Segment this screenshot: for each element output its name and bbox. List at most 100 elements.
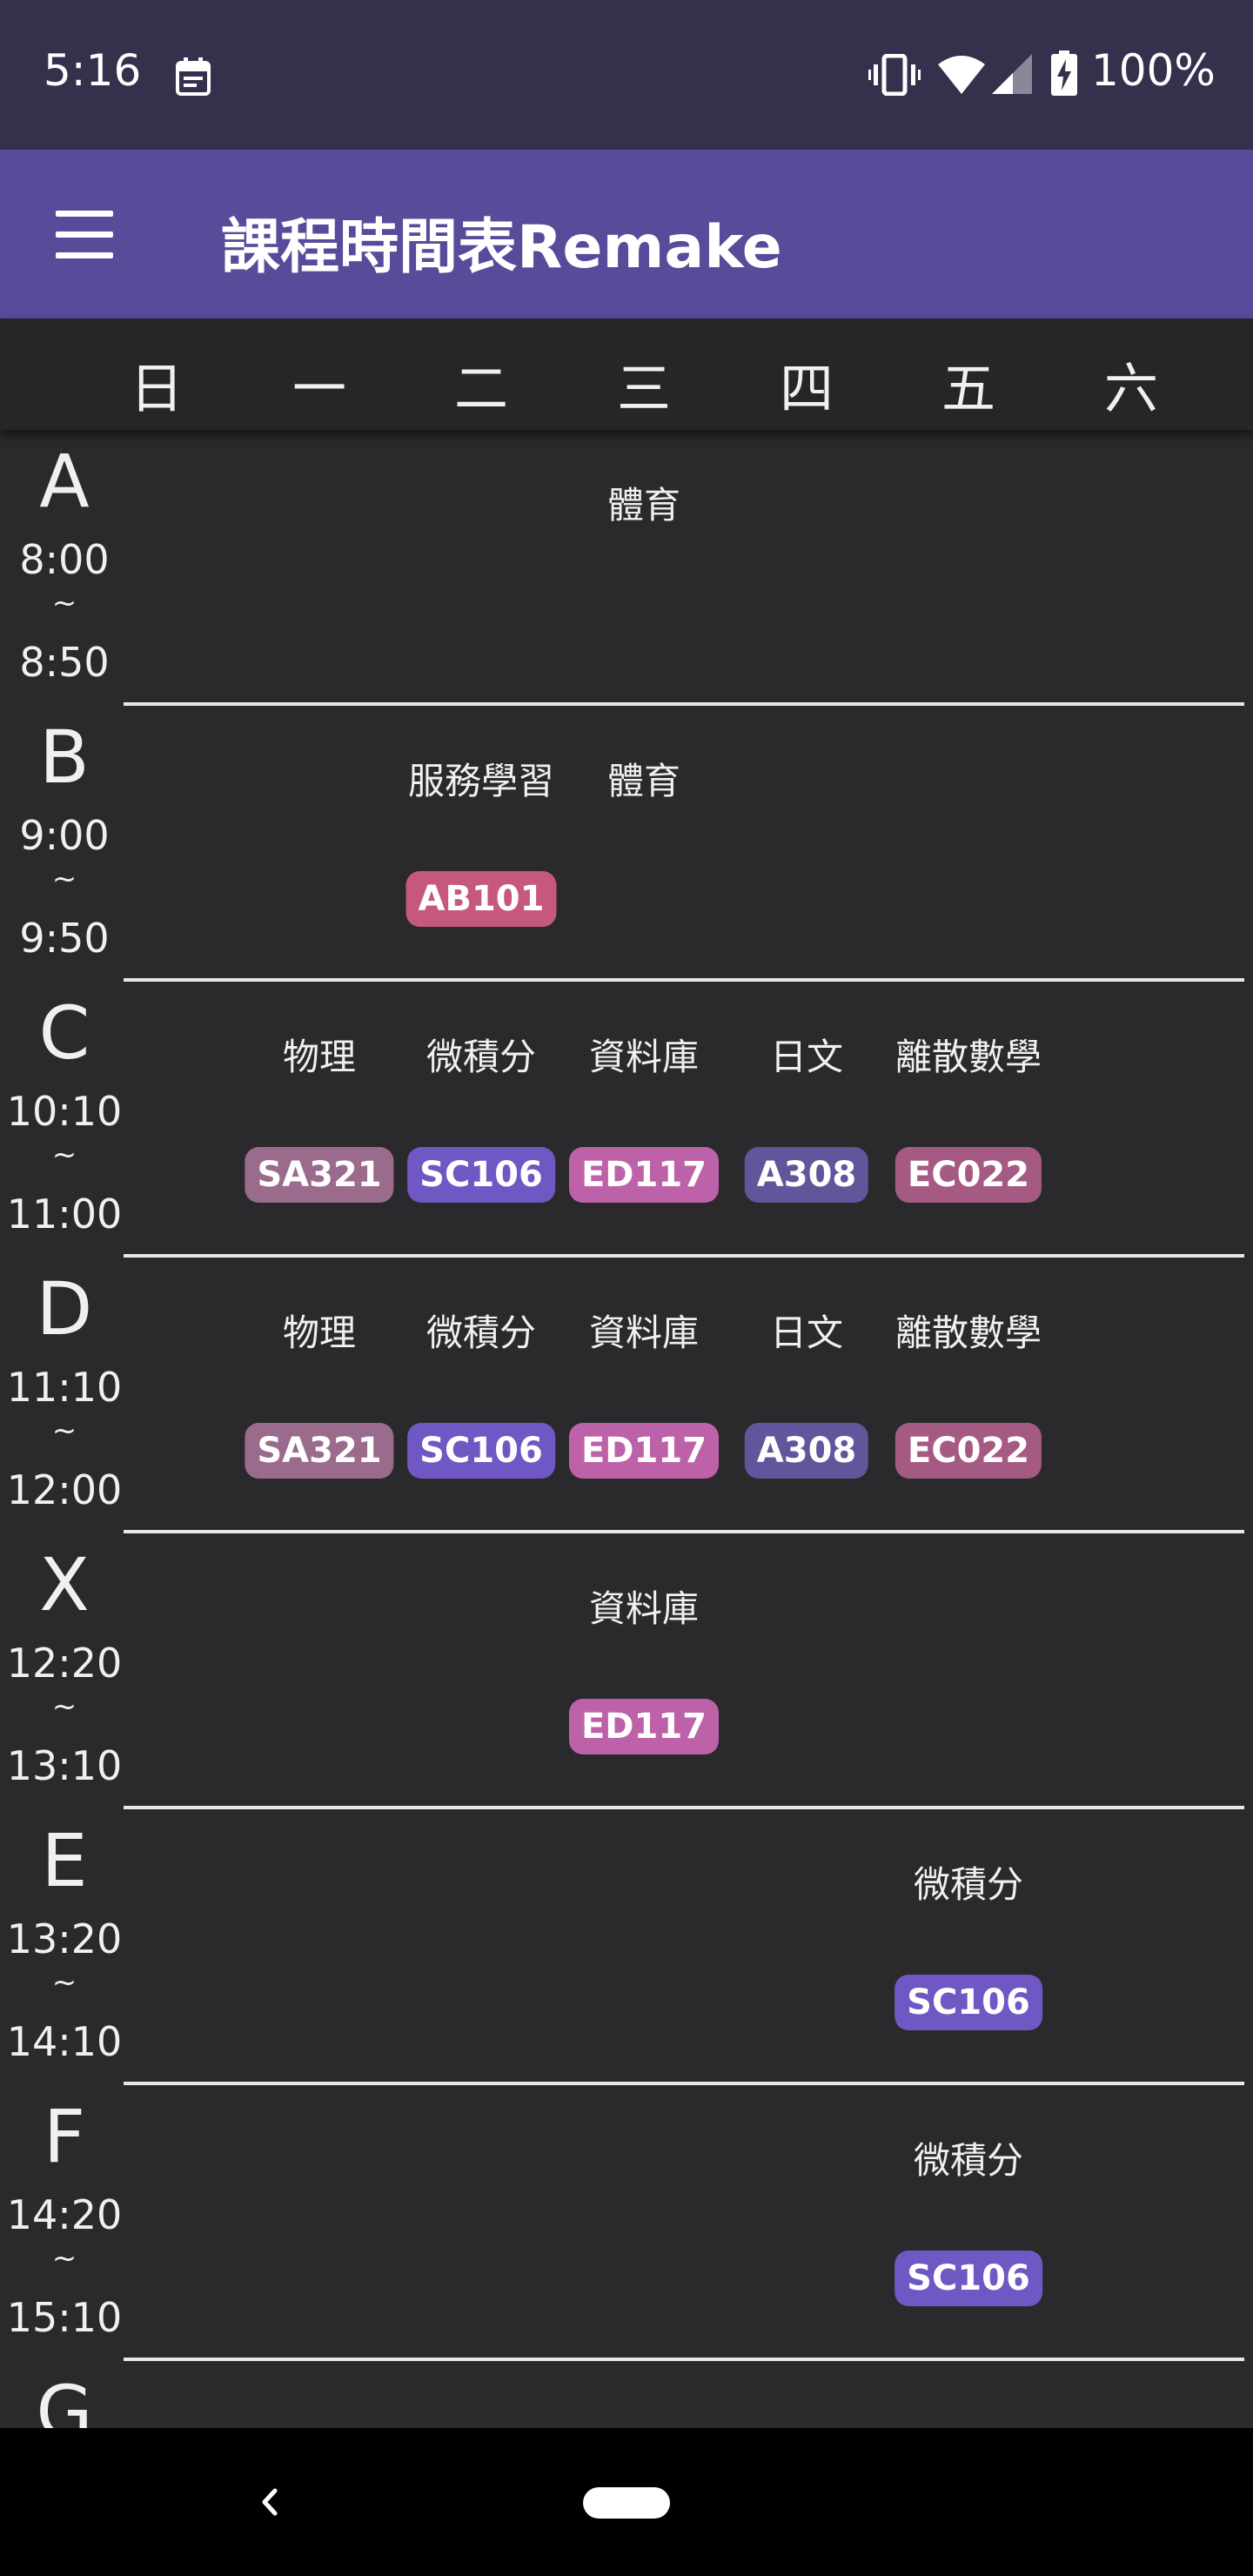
app-title: 課程時間表Remake [221, 213, 782, 282]
status-bar: 5:16 100% [0, 0, 1253, 150]
period-time-separator: ~ [51, 1137, 77, 1172]
period-start-time: 14:20 [6, 2191, 123, 2238]
course-name: 微積分 [425, 1311, 536, 1354]
course-name: 資料庫 [588, 1036, 699, 1078]
room-badge: ED117 [568, 1699, 720, 1754]
course-cell[interactable]: 微積分 SC106 [400, 1258, 562, 1533]
course-cell[interactable]: 物理 SA321 [238, 1258, 400, 1533]
course-cell[interactable]: 微積分 SC106 [888, 1809, 1049, 2085]
room-badge: AB101 [405, 871, 557, 927]
wifi-icon [938, 56, 985, 94]
vibrate-icon [868, 54, 921, 96]
period-letter: E [41, 1818, 88, 1903]
period-info: B 9:00 ~9:50 [0, 706, 129, 982]
period-time-separator: ~ [51, 2241, 77, 2276]
course-name: 體育 [606, 484, 680, 527]
course-name: 微積分 [425, 1036, 536, 1078]
period-info: F 14:20 ~15:10 [0, 2085, 129, 2361]
course-cell[interactable]: 日文 A308 [726, 1258, 888, 1533]
room-badge: SC106 [407, 1147, 555, 1203]
course-name: 物理 [282, 1036, 356, 1078]
period-letter: C [38, 990, 90, 1076]
room-badge: ED117 [568, 1423, 720, 1479]
home-pill-icon[interactable] [583, 2487, 670, 2519]
course-name: 資料庫 [588, 1311, 699, 1354]
course-cell[interactable]: 資料庫 ED117 [563, 1533, 725, 1809]
period-start-time: 10:10 [6, 1088, 123, 1135]
course-name: 日文 [769, 1311, 843, 1354]
period-letter: D [36, 1266, 93, 1352]
day-header: 日 一 二 三 四 五 六 [0, 319, 1253, 430]
period-info: D 11:10 ~12:00 [0, 1258, 129, 1533]
course-cell[interactable]: 資料庫 ED117 [563, 1258, 725, 1533]
period-letter: F [43, 2094, 86, 2179]
period-info: X 12:20 ~13:10 [0, 1533, 129, 1809]
period-info: E 13:20 ~14:10 [0, 1809, 129, 2085]
app-bar: 課程時間表Remake [0, 150, 1253, 319]
course-cell[interactable]: 資料庫 ED117 [563, 982, 725, 1258]
course-cell[interactable]: 離散數學 EC022 [888, 1258, 1049, 1533]
course-cell[interactable]: 離散數學 EC022 [888, 982, 1049, 1258]
battery-percentage: 100% [1091, 45, 1216, 96]
period-row: G [0, 2361, 1253, 2428]
course-cell[interactable]: 微積分 SC106 [888, 2085, 1049, 2361]
period-time-separator: ~ [51, 862, 77, 896]
course-cell[interactable]: 服務學習 AB101 [400, 706, 562, 982]
day-label-wed: 三 [616, 357, 671, 420]
room-badge: SA321 [245, 1147, 394, 1203]
course-name: 離散數學 [895, 1311, 1042, 1354]
calendar-icon [176, 57, 211, 96]
day-label-thu: 四 [779, 357, 834, 420]
period-end-time: 12:00 [6, 1466, 123, 1513]
period-start-time: 8:00 [19, 536, 110, 583]
period-start-time: 9:00 [19, 812, 110, 859]
course-name: 微積分 [913, 1863, 1023, 1906]
room-badge: A308 [744, 1423, 869, 1479]
period-time-separator: ~ [51, 586, 77, 621]
day-label-sun: 日 [129, 357, 184, 420]
day-label-tue: 二 [453, 357, 508, 420]
period-end-time: 11:00 [6, 1191, 123, 1238]
period-letter: A [39, 439, 90, 524]
period-info: C 10:10 ~11:00 [0, 982, 129, 1258]
period-end-time: 13:10 [6, 1742, 123, 1789]
timetable-grid[interactable]: A 8:00 ~8:50 B 9:00 ~9:50 C 10:10 ~11:00 D 11:10 ~1… [0, 430, 1253, 2428]
status-time: 5:16 [44, 45, 142, 96]
back-icon[interactable] [252, 2472, 287, 2532]
course-cell[interactable]: 體育 [563, 706, 725, 982]
signal-icon [992, 54, 1032, 94]
room-badge: A308 [744, 1147, 869, 1203]
period-end-time: 9:50 [19, 915, 110, 962]
room-badge: SC106 [895, 1975, 1042, 2030]
room-badge: EC022 [895, 1147, 1042, 1203]
course-name: 日文 [769, 1036, 843, 1078]
period-time-separator: ~ [51, 1689, 77, 1724]
day-label-fri: 五 [941, 357, 995, 420]
course-cell[interactable]: 日文 A308 [726, 982, 888, 1258]
course-name: 服務學習 [407, 760, 554, 802]
period-start-time: 11:10 [6, 1364, 123, 1411]
period-end-time: 8:50 [19, 639, 110, 686]
period-start-time: 12:20 [6, 1640, 123, 1687]
room-badge: EC022 [895, 1423, 1042, 1479]
period-letter: B [39, 714, 90, 800]
battery-charging-icon [1051, 50, 1077, 96]
menu-icon [56, 211, 113, 217]
course-cell[interactable]: 物理 SA321 [238, 982, 400, 1258]
course-name: 離散數學 [895, 1036, 1042, 1078]
course-name: 微積分 [913, 2139, 1023, 2182]
menu-button[interactable] [42, 198, 129, 272]
period-time-separator: ~ [51, 1965, 77, 2000]
course-name: 資料庫 [588, 1587, 699, 1630]
room-badge: ED117 [568, 1147, 720, 1203]
period-row: F 14:20 ~15:10 [0, 2085, 1253, 2361]
course-name: 物理 [282, 1311, 356, 1354]
course-cell[interactable]: 體育 [563, 430, 725, 706]
period-info: A 8:00 ~8:50 [0, 430, 129, 706]
day-label-sat: 六 [1103, 357, 1158, 420]
period-row: E 13:20 ~14:10 [0, 1809, 1253, 2085]
period-start-time: 13:20 [6, 1915, 123, 1962]
course-cell[interactable]: 微積分 SC106 [400, 982, 562, 1258]
period-end-time: 14:10 [6, 2018, 123, 2065]
menu-icon-line [56, 252, 113, 258]
